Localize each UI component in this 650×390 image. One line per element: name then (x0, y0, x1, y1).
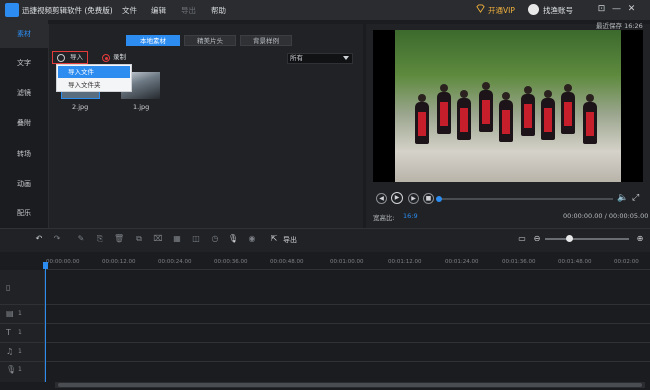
track-number: 1 (18, 348, 22, 355)
playback-progress-bar[interactable] (437, 198, 613, 200)
mosaic-icon[interactable]: ▦ (172, 234, 182, 244)
scrollbar-thumb[interactable] (58, 383, 642, 387)
speed-icon[interactable]: ◫ (191, 234, 201, 244)
track-number: 1 (18, 310, 22, 317)
zoom-out-icon[interactable]: ⊖ (532, 234, 542, 244)
vip-diamond-icon (476, 4, 485, 13)
nav-item-overlay[interactable]: 叠附 (0, 109, 48, 137)
left-nav: 素材 文字 滤镜 叠附 转场 动画 配乐 (0, 20, 48, 228)
next-frame-button[interactable]: ▶ (408, 193, 419, 204)
aspect-ratio-value[interactable]: 16:9 (403, 212, 418, 220)
tick-label: 00:01:48.00 (558, 259, 592, 265)
undo-icon[interactable]: ↶ (34, 234, 44, 244)
menu-help[interactable]: 帮助 (211, 5, 226, 16)
zoom-handle[interactable] (566, 235, 573, 242)
play-button[interactable]: ▶ (391, 192, 403, 204)
text-track-icon: T (6, 328, 11, 337)
fit-icon[interactable]: ▭ (517, 234, 527, 244)
tick-label: 00:00:24.00 (158, 259, 192, 265)
nav-item-filter[interactable]: 滤镜 (0, 79, 48, 107)
film-track-icon: ▤ (6, 309, 14, 318)
freeze-icon[interactable]: ◉ (247, 234, 257, 244)
export-icon[interactable]: ⇱ (269, 234, 279, 244)
zoom-slider[interactable] (545, 238, 629, 240)
nav-item-animation[interactable]: 动画 (0, 170, 48, 198)
microphone-icon[interactable]: 🎙 (228, 234, 238, 244)
zoom-in-icon[interactable]: ⊕ (635, 234, 645, 244)
dropdown-item-import-folder[interactable]: 导入文件夹 (58, 79, 130, 91)
tick-label: 00:01:36.00 (502, 259, 536, 265)
tick-label: 00:02:00 (614, 259, 639, 265)
delete-icon[interactable]: 🗑 (114, 234, 124, 244)
import-icon (57, 54, 65, 62)
track-divider (0, 342, 650, 343)
progress-handle[interactable] (436, 196, 442, 202)
time-readout: 00:00:00.00 / 00:00:05.00 (563, 212, 649, 220)
track-divider (0, 304, 650, 305)
tick-label: 00:01:12.00 (388, 259, 422, 265)
aspect-ratio-label: 宽高比: (373, 214, 395, 222)
tick-label: 00:00:12.00 (102, 259, 136, 265)
playhead[interactable] (45, 262, 46, 382)
chevron-down-icon (343, 56, 349, 60)
restore-icon[interactable]: ⊡ (596, 4, 607, 15)
track-number: 1 (18, 366, 22, 373)
last-saved-time: 最近保存 16:26 (596, 22, 643, 30)
volume-icon[interactable]: 🔈 (617, 193, 628, 203)
video-track-icon: ▯ (6, 283, 11, 292)
redo-icon[interactable]: ↷ (52, 234, 62, 244)
vip-button[interactable]: 开通VIP (488, 5, 515, 16)
track-number: 1 (18, 329, 22, 336)
app-logo-icon (5, 3, 19, 17)
prev-frame-button[interactable]: ◀ (376, 193, 387, 204)
menu-file[interactable]: 文件 (122, 5, 137, 16)
track-divider (0, 323, 650, 324)
tick-label: 00:01:00.00 (330, 259, 364, 265)
thumb-label: 1.jpg (133, 103, 150, 111)
video-frame-image (395, 30, 621, 182)
app-title: 迅捷视频剪辑软件 (免费版) (22, 6, 113, 15)
nav-item-material[interactable]: 素材 (0, 20, 48, 48)
dropdown-item-import-file[interactable]: 导入文件 (58, 66, 130, 78)
nav-item-transition[interactable]: 转场 (0, 140, 48, 168)
close-icon[interactable]: ✕ (626, 4, 637, 15)
split-icon[interactable]: ⌧ (153, 234, 163, 244)
menu-export[interactable]: 导出 (181, 5, 196, 16)
copy-icon[interactable]: ⎘ (95, 234, 105, 244)
tab-background[interactable]: 背景样例 (240, 35, 292, 46)
tab-intro[interactable]: 精美片头 (184, 35, 236, 46)
tick-label: 00:00:00.00 (46, 259, 80, 265)
edit-icon[interactable]: ✎ (76, 234, 86, 244)
playhead-handle[interactable] (43, 262, 48, 269)
voice-track-icon: 🎙 (6, 365, 17, 374)
track-divider (0, 361, 650, 362)
fullscreen-icon[interactable]: ⤢ (632, 193, 639, 203)
tick-label: 00:00:48.00 (270, 259, 304, 265)
nav-item-music[interactable]: 配乐 (0, 199, 48, 227)
menu-edit[interactable]: 编辑 (151, 5, 166, 16)
tick-label: 00:01:24.00 (445, 259, 479, 265)
music-track-icon: ♫ (6, 347, 14, 356)
thumb-label: 2.jpg (72, 103, 89, 111)
import-dropdown: 导入文件 导入文件夹 (56, 64, 132, 92)
track-headers: ▯ ▤ 1 T 1 ♫ 1 🎙 1 (0, 270, 45, 382)
tab-local-material[interactable]: 本地素材 (126, 35, 180, 46)
nav-item-text[interactable]: 文字 (0, 49, 48, 77)
crop-icon[interactable]: ⧉ (134, 234, 144, 244)
stop-button[interactable]: ■ (423, 193, 434, 204)
export-button[interactable]: 导出 (283, 235, 297, 245)
record-button[interactable]: 录制 (101, 51, 126, 64)
user-account-link[interactable]: 找渔账号 (543, 5, 573, 16)
avatar[interactable] (528, 4, 539, 15)
duration-icon[interactable]: ◷ (210, 234, 220, 244)
tick-label: 00:00:36.00 (214, 259, 248, 265)
minimize-icon[interactable]: — (611, 4, 622, 15)
